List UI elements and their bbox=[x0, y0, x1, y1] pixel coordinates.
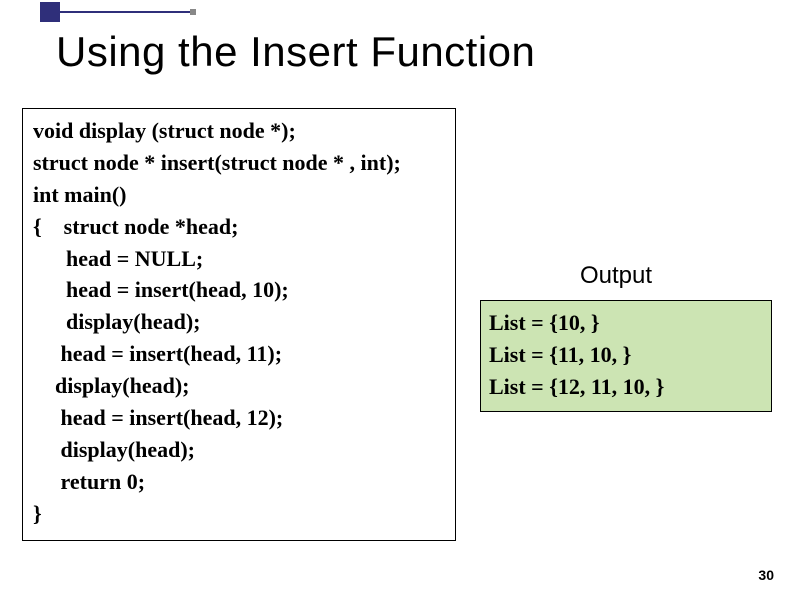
output-line: List = {12, 11, 10, } bbox=[489, 371, 763, 403]
code-line: int main() bbox=[33, 179, 445, 211]
output-line: List = {11, 10, } bbox=[489, 339, 763, 371]
header-accent bbox=[0, 0, 196, 22]
output-line: List = {10, } bbox=[489, 307, 763, 339]
code-line: { struct node *head; bbox=[33, 211, 445, 243]
page-number: 30 bbox=[758, 567, 774, 583]
code-line: return 0; bbox=[33, 466, 445, 498]
code-line: display(head); bbox=[33, 434, 445, 466]
output-box: List = {10, } List = {11, 10, } List = {… bbox=[480, 300, 772, 412]
output-label: Output bbox=[580, 262, 652, 290]
code-line: struct node * insert(struct node * , int… bbox=[33, 147, 445, 179]
code-line: head = insert(head, 12); bbox=[33, 402, 445, 434]
accent-square-icon bbox=[40, 2, 60, 22]
code-line: head = insert(head, 11); bbox=[33, 338, 445, 370]
slide-title: Using the Insert Function bbox=[56, 28, 535, 76]
code-line: void display (struct node *); bbox=[33, 115, 445, 147]
code-line: head = insert(head, 10); bbox=[33, 274, 445, 306]
code-line: display(head); bbox=[33, 370, 445, 402]
accent-dot-icon bbox=[190, 9, 196, 15]
code-line: head = NULL; bbox=[33, 243, 445, 275]
code-line: } bbox=[33, 498, 445, 530]
accent-line-icon bbox=[60, 11, 190, 13]
code-box: void display (struct node *); struct nod… bbox=[22, 108, 456, 541]
code-line: display(head); bbox=[33, 306, 445, 338]
